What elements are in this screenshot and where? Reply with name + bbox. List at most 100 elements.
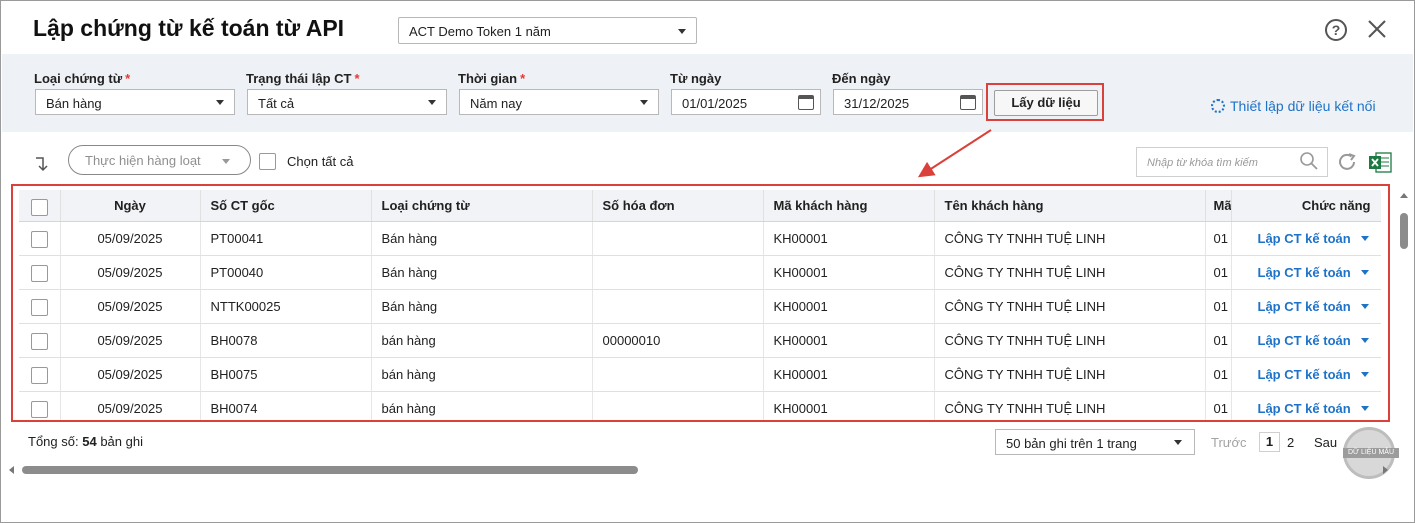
scroll-left-icon[interactable] <box>9 466 14 474</box>
fetch-data-button[interactable]: Lấy dữ liệu <box>994 90 1098 116</box>
to-date-label: Đến ngày <box>832 71 891 86</box>
chevron-down-icon <box>428 100 436 105</box>
dialog-title: Lập chứng từ kế toán từ API <box>33 15 345 41</box>
chevron-down-icon[interactable] <box>1360 405 1369 411</box>
table-row[interactable]: 05/09/2025 BH0075 bán hàng KH00001 CÔNG TY T… <box>19 357 1381 392</box>
col-header-customer-code[interactable]: Mã khách hàng <box>763 190 935 222</box>
select-all-checkbox[interactable] <box>259 153 276 170</box>
chevron-down-icon <box>640 100 648 105</box>
cell-customer-code: KH00001 <box>763 221 935 256</box>
row-checkbox[interactable] <box>31 366 48 384</box>
scroll-up-icon[interactable] <box>1400 193 1408 198</box>
cell-customer-name: CÔNG TY TNHH TUỆ LINH <box>934 221 1206 256</box>
cell-customer-name: CÔNG TY TNHH TUỆ LINH <box>934 357 1206 392</box>
table-row[interactable]: 05/09/2025 NTTK00025 Bán hàng KH00001 CÔNG T… <box>19 289 1381 324</box>
cell-actions: Lập CT kế toán <box>1230 323 1381 358</box>
page-size-select[interactable]: 50 bản ghi trên 1 trang <box>995 429 1195 455</box>
filter-bar: Loại chứng từ * Bán hàng Trạng thái lập C… <box>2 54 1413 132</box>
cell-date: 05/09/2025 <box>60 357 201 392</box>
col-header-type[interactable]: Loại chứng từ <box>371 190 593 222</box>
col-header-customer-name[interactable]: Tên khách hàng <box>934 190 1206 222</box>
cell-extra: 01 <box>1205 289 1232 324</box>
create-voucher-link[interactable]: Lập CT kế toán <box>1258 265 1351 280</box>
create-voucher-link[interactable]: Lập CT kế toán <box>1258 333 1351 348</box>
create-voucher-link[interactable]: Lập CT kế toán <box>1258 401 1351 416</box>
period-select[interactable]: Năm nay <box>459 89 659 115</box>
cell-type: Bán hàng <box>371 221 593 256</box>
create-voucher-link[interactable]: Lập CT kế toán <box>1258 231 1351 246</box>
calendar-icon[interactable] <box>798 95 814 110</box>
close-icon[interactable] <box>1366 18 1388 40</box>
chevron-down-icon[interactable] <box>1360 269 1369 275</box>
horizontal-scrollbar[interactable] <box>22 466 638 474</box>
voucher-type-select[interactable]: Bán hàng <box>35 89 235 115</box>
cell-actions: Lập CT kế toán <box>1230 289 1381 324</box>
cell-type: Bán hàng <box>371 255 593 290</box>
table-row[interactable]: 05/09/2025 BH0074 bán hàng KH00001 CÔNG TY T… <box>19 391 1381 420</box>
token-select[interactable]: ACT Demo Token 1 năm <box>398 17 697 44</box>
excel-export-icon[interactable] <box>1368 152 1392 173</box>
next-page-button[interactable]: Sau <box>1314 435 1337 450</box>
voucher-type-label: Loại chứng từ * <box>34 71 131 86</box>
table-row[interactable]: 05/09/2025 PT00041 Bán hàng KH00001 CÔNG TY … <box>19 221 1381 256</box>
row-checkbox[interactable] <box>31 264 48 282</box>
help-circle-icon[interactable]: ? <box>1325 19 1347 41</box>
chevron-down-icon[interactable] <box>1360 235 1369 241</box>
row-checkbox-cell <box>19 289 61 324</box>
col-header-doc-no[interactable]: Số CT gốc <box>200 190 372 222</box>
bulk-action-button[interactable]: Thực hiện hàng loạt <box>68 145 251 175</box>
from-date-label: Từ ngày <box>670 71 722 86</box>
calendar-icon[interactable] <box>960 95 976 110</box>
cell-customer-name: CÔNG TY TNHH TUỆ LINH <box>934 255 1206 290</box>
col-header-extra[interactable]: Mã <box>1205 190 1232 222</box>
cell-extra: 01 <box>1205 221 1232 256</box>
cell-customer-name: CÔNG TY TNHH TUỆ LINH <box>934 323 1206 358</box>
row-checkbox[interactable] <box>31 332 48 350</box>
cell-actions: Lập CT kế toán <box>1230 221 1381 256</box>
scroll-right-icon[interactable] <box>1383 466 1388 474</box>
from-date-input[interactable]: 01/01/2025 <box>671 89 821 115</box>
header-checkbox[interactable] <box>31 199 48 216</box>
page-1-button[interactable]: 1 <box>1259 432 1280 452</box>
create-voucher-link[interactable]: Lập CT kế toán <box>1258 299 1351 314</box>
cell-invoice <box>592 255 764 290</box>
table-row[interactable]: 05/09/2025 PT00040 Bán hàng KH00001 CÔNG TY … <box>19 255 1381 290</box>
row-checkbox[interactable] <box>31 230 48 248</box>
cell-customer-code: KH00001 <box>763 289 935 324</box>
page-2-button[interactable]: 2 <box>1287 435 1294 450</box>
vertical-scrollbar[interactable] <box>1400 213 1408 249</box>
create-voucher-link[interactable]: Lập CT kế toán <box>1258 367 1351 382</box>
header-checkbox-cell <box>19 190 61 222</box>
connection-settings-link[interactable]: Thiết lập dữ liệu kết nối <box>1211 98 1376 114</box>
cell-customer-code: KH00001 <box>763 255 935 290</box>
cell-extra: 01 <box>1205 255 1232 290</box>
cell-customer-code: KH00001 <box>763 391 935 420</box>
cell-date: 05/09/2025 <box>60 221 201 256</box>
chevron-down-icon[interactable] <box>1360 337 1369 343</box>
cell-type: Bán hàng <box>371 289 593 324</box>
table-header-row: Ngày Số CT gốc Loại chứng từ Số hóa đơn … <box>19 190 1381 222</box>
voucher-table: Ngày Số CT gốc Loại chứng từ Số hóa đơn … <box>19 190 1381 420</box>
chevron-down-icon[interactable] <box>1360 303 1369 309</box>
row-checkbox[interactable] <box>31 298 48 316</box>
prev-page-button[interactable]: Trước <box>1211 435 1247 450</box>
cell-extra: 01 <box>1205 323 1232 358</box>
row-checkbox-cell <box>19 391 61 420</box>
chevron-down-icon[interactable] <box>1360 371 1369 377</box>
refresh-icon[interactable] <box>1336 151 1358 173</box>
chevron-down-icon <box>222 159 230 164</box>
sort-arrow-icon[interactable] <box>34 154 52 172</box>
dialog-header: Lập chứng từ kế toán từ API ACT Demo Tok… <box>2 2 1413 54</box>
status-select[interactable]: Tất cả <box>247 89 447 115</box>
row-checkbox[interactable] <box>31 400 48 418</box>
to-date-input[interactable]: 31/12/2025 <box>833 89 983 115</box>
cell-doc-no: BH0078 <box>200 323 372 358</box>
chevron-down-icon <box>216 100 224 105</box>
col-header-date[interactable]: Ngày <box>60 190 201 222</box>
select-all-label: Chọn tất cả <box>287 154 354 169</box>
table-row[interactable]: 05/09/2025 BH0078 bán hàng 00000010 KH00001 C… <box>19 323 1381 358</box>
cell-date: 05/09/2025 <box>60 289 201 324</box>
cell-invoice <box>592 289 764 324</box>
col-header-invoice[interactable]: Số hóa đơn <box>592 190 764 222</box>
search-icon[interactable] <box>1299 151 1319 171</box>
